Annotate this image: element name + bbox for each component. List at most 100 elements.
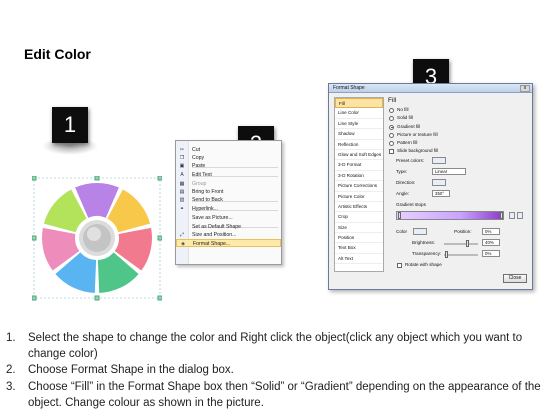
angle-label: Angle:	[396, 191, 410, 196]
hyperlink-icon: ⚭	[179, 206, 185, 212]
fill-option-solid-fill[interactable]: Solid fill	[388, 114, 530, 122]
send-back-icon: ▥	[179, 197, 185, 203]
menu-item-format-shape[interactable]: ◈ Format Shape...	[176, 239, 281, 247]
fill-option-no-fill[interactable]: No fill	[388, 106, 530, 114]
category-size[interactable]: Size	[335, 223, 383, 234]
instruction-text: Select the shape to change the color and…	[28, 332, 523, 361]
remove-stop-icon[interactable]	[517, 212, 523, 219]
category-line-style[interactable]: Line Style	[335, 119, 383, 130]
menu-item-paste[interactable]: ▣ Paste	[176, 162, 281, 170]
instruction-text: Choose “Fill” in the Format Shape box th…	[28, 380, 541, 409]
menu-item-group[interactable]: ▦ Group	[176, 180, 281, 188]
color-picker-button[interactable]	[413, 228, 427, 235]
radio-button[interactable]	[389, 108, 394, 113]
group-icon: ▦	[179, 181, 185, 187]
category-shadow[interactable]: Shadow	[335, 129, 383, 140]
gradient-stops-bar[interactable]	[396, 211, 504, 220]
category-glow-and-soft-edges[interactable]: Glow and Soft Edges	[335, 150, 383, 161]
page-title: Edit Color	[24, 46, 91, 62]
transparency-slider[interactable]	[444, 254, 478, 256]
add-stop-icon[interactable]	[509, 212, 515, 219]
direction-label: Direction:	[396, 180, 416, 185]
brightness-slider[interactable]	[444, 243, 478, 245]
fill-option-pattern-fill[interactable]: Pattern fill	[388, 139, 530, 147]
position-label: Position:	[454, 229, 472, 234]
category-alt-text[interactable]: Alt Text	[335, 254, 383, 265]
fill-option-picture-or-texture-fill[interactable]: Picture or texture fill	[388, 131, 530, 139]
category-reflection[interactable]: Reflection	[335, 140, 383, 150]
resize-handle[interactable]	[32, 176, 37, 181]
resize-handle[interactable]	[157, 295, 162, 301]
fill-option-label: No fill	[397, 107, 409, 112]
direction-dropdown[interactable]	[432, 179, 446, 186]
dialog-close-icon[interactable]: x	[520, 85, 530, 92]
brightness-input[interactable]: 40%	[482, 239, 500, 246]
category-text-box[interactable]: Text Box	[335, 243, 383, 254]
menu-item-label: Size and Position...	[192, 232, 237, 238]
transparency-label: Transparency:	[412, 251, 442, 256]
brightness-label: Brightness:	[412, 240, 435, 245]
radio-button[interactable]	[389, 116, 394, 122]
resize-handle[interactable]	[157, 235, 162, 241]
category-3-d-rotation[interactable]: 3-D Rotation	[335, 171, 383, 182]
menu-item-size-and-position[interactable]: ⤢ Size and Position...	[176, 231, 281, 239]
menu-item-bring-to-front[interactable]: ▤ Bring to Front	[176, 188, 281, 196]
menu-item-label: Save as Picture...	[192, 215, 233, 221]
menu-item-copy[interactable]: ❐ Copy	[176, 154, 281, 162]
radio-button[interactable]	[389, 132, 394, 138]
brightness-knob[interactable]	[466, 240, 469, 247]
instruction-item: 3. Choose “Fill” in the Format Shape box…	[6, 379, 556, 411]
position-input[interactable]: 0%	[482, 228, 500, 235]
transparency-input[interactable]: 0%	[482, 250, 500, 257]
instruction-number: 2.	[6, 364, 16, 377]
menu-item-label: Edit Text	[192, 172, 212, 178]
instruction-list: 1. Select the shape to change the color …	[6, 330, 556, 411]
context-menu: ✂ Cut ❐ Copy ▣ Paste A Edit Text ▦ Group ▤ Bring to…	[175, 140, 282, 265]
fill-option-label: Solid fill	[397, 115, 413, 121]
resize-handle[interactable]	[94, 176, 100, 181]
menu-item-cut[interactable]: ✂ Cut	[176, 146, 281, 154]
angle-input[interactable]: 350°	[432, 190, 450, 197]
category-artistic-effects[interactable]: Artistic Effects	[335, 202, 383, 213]
resize-handle[interactable]	[157, 176, 162, 181]
close-button[interactable]: Close	[503, 274, 527, 283]
edit-text-icon: A	[180, 172, 184, 178]
slide-background-checkbox[interactable]: Slide background fill	[388, 147, 530, 155]
category-crop[interactable]: Crop	[335, 212, 383, 223]
instruction-item: 1. Select the shape to change the color …	[6, 330, 556, 362]
category-fill[interactable]: Fill	[335, 98, 383, 109]
resize-handle[interactable]	[94, 295, 100, 301]
fill-option-gradient-fill[interactable]: Gradient fill	[388, 123, 530, 131]
fill-option-label: Gradient fill	[397, 123, 421, 129]
cut-icon: ✂	[179, 147, 185, 153]
menu-item-edit-text[interactable]: A Edit Text	[176, 171, 281, 179]
resize-handle[interactable]	[32, 295, 37, 301]
copy-icon: ❐	[179, 155, 185, 161]
gradient-stop-handle[interactable]	[398, 212, 401, 219]
preset-colors-dropdown[interactable]	[432, 157, 446, 164]
menu-item-send-to-back[interactable]: ▥ Send to Back	[176, 196, 281, 204]
rotate-label: Rotate with shape	[405, 262, 442, 267]
size-icon: ⤢	[179, 232, 184, 238]
type-label: Type:	[396, 169, 408, 174]
category-position[interactable]: Position	[335, 233, 383, 244]
menu-item-save-as-picture[interactable]: Save as Picture...	[176, 214, 281, 222]
radio-button[interactable]	[389, 141, 394, 147]
rotate-with-shape-checkbox[interactable]: Rotate with shape	[396, 261, 442, 269]
category-3-d-format[interactable]: 3-D Format	[335, 160, 383, 171]
category-picture-color[interactable]: Picture Color	[335, 192, 383, 202]
menu-item-label: Copy	[192, 155, 205, 161]
center-hub-highlight	[87, 227, 101, 241]
resize-handle[interactable]	[32, 235, 37, 241]
gradient-stop-handle[interactable]	[500, 212, 503, 219]
category-line-color[interactable]: Line Color	[335, 108, 383, 119]
type-select[interactable]: Linear	[432, 168, 466, 175]
transparency-knob[interactable]	[445, 251, 448, 258]
menu-item-set-as-default-shape[interactable]: Set as Default Shape	[176, 223, 281, 231]
bring-front-icon: ▤	[179, 189, 185, 195]
menu-item-label: Send to Back	[192, 197, 223, 203]
donut-shape[interactable]	[32, 176, 162, 301]
category-picture-corrections[interactable]: Picture Corrections	[335, 181, 383, 192]
menu-item-hyperlink[interactable]: ⚭ Hyperlink...	[176, 205, 281, 213]
radio-button[interactable]	[389, 124, 394, 130]
